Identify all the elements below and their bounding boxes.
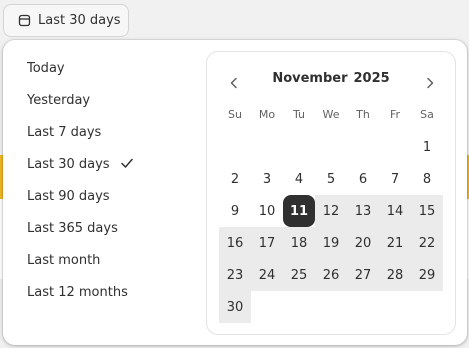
calendar-week: 30: [219, 291, 443, 323]
calendar-day-in-range[interactable]: 16: [219, 227, 251, 259]
chevron-right-icon: [427, 77, 434, 89]
weekday-label: Tu: [292, 108, 306, 121]
preset-option[interactable]: Yesterday: [3, 84, 193, 116]
calendar-day-in-range[interactable]: 20: [347, 227, 379, 259]
calendar-empty-cell: [315, 291, 347, 323]
calendar-day[interactable]: 3: [251, 163, 283, 195]
preset-label: Last 90 days: [27, 188, 110, 204]
date-range-trigger-label: Last 30 days: [38, 13, 121, 28]
calendar-day-in-range[interactable]: 30: [219, 291, 251, 323]
calendar-day-in-range[interactable]: 18: [283, 227, 315, 259]
preset-option[interactable]: Last month: [3, 244, 193, 276]
preset-list: Today Yesterday Last 7 days Last 30 days Las…: [3, 52, 193, 308]
weekday-label: Th: [356, 108, 370, 121]
preset-label: Last 365 days: [27, 220, 118, 236]
calendar-empty-cell: [347, 131, 379, 163]
weekday-label: Mo: [258, 108, 276, 121]
calendar-month-title: November 2025: [207, 71, 455, 86]
calendar-day-in-range[interactable]: 25: [283, 259, 315, 291]
calendar-day[interactable]: 9: [219, 195, 251, 227]
calendar-day-in-range[interactable]: 22: [411, 227, 443, 259]
calendar-day-in-range[interactable]: 26: [315, 259, 347, 291]
preset-label: Today: [27, 60, 65, 76]
calendar-day[interactable]: 8: [411, 163, 443, 195]
calendar-day[interactable]: 7: [379, 163, 411, 195]
calendar-week: 2345678: [219, 163, 443, 195]
calendar-empty-cell: [283, 131, 315, 163]
calendar-empty-cell: [315, 131, 347, 163]
calendar-empty-cell: [411, 291, 443, 323]
calendar-day-in-range[interactable]: 28: [379, 259, 411, 291]
date-range-popover: Today Yesterday Last 7 days Last 30 days Las…: [3, 40, 467, 345]
calendar-grid: 1 2 3 4 5 6 7 8 9 10 11 12 13 14 15 16 17 18 19 20 21 22 23 24 2…: [219, 131, 443, 323]
weekday-label: Sa: [420, 108, 434, 121]
calendar-day-selected[interactable]: 11: [283, 195, 315, 227]
weekday-label: We: [322, 108, 340, 121]
preset-option[interactable]: Last 365 days: [3, 212, 193, 244]
preset-option[interactable]: Today: [3, 52, 193, 84]
weekday-label: Fr: [389, 108, 401, 121]
calendar-day[interactable]: 5: [315, 163, 347, 195]
calendar-empty-cell: [379, 291, 411, 323]
preset-option[interactable]: Last 7 days: [3, 116, 193, 148]
next-month-button[interactable]: [425, 74, 435, 89]
calendar-day-in-range[interactable]: 29: [411, 259, 443, 291]
calendar-day-in-range[interactable]: 13: [347, 195, 379, 227]
calendar-day[interactable]: 2: [219, 163, 251, 195]
weekday-header: Su Mo Tu We Th Fr Sa: [219, 108, 443, 121]
calendar-empty-cell: [379, 131, 411, 163]
calendar-empty-cell: [347, 291, 379, 323]
calendar-year: 2025: [353, 71, 390, 86]
preset-label: Last 30 days: [27, 156, 110, 172]
calendar-day-in-range[interactable]: 17: [251, 227, 283, 259]
calendar-day-in-range[interactable]: 19: [315, 227, 347, 259]
weekday-label: Su: [228, 108, 242, 121]
calendar-empty-cell: [251, 291, 283, 323]
calendar-day-in-range[interactable]: 14: [379, 195, 411, 227]
calendar-day-in-range[interactable]: 27: [347, 259, 379, 291]
calendar-week: 9 10 11 12 13 14 15: [219, 195, 443, 227]
calendar-empty-cell: [283, 291, 315, 323]
calendar-day-in-range[interactable]: 15: [411, 195, 443, 227]
calendar-icon: [18, 14, 31, 27]
calendar-week: 1: [219, 131, 443, 163]
calendar-day-in-range[interactable]: 24: [251, 259, 283, 291]
preset-label: Last 12 months: [27, 284, 128, 300]
calendar-empty-cell: [251, 131, 283, 163]
preset-option[interactable]: Last 90 days: [3, 180, 193, 212]
calendar-day[interactable]: 6: [347, 163, 379, 195]
calendar-week: 23 24 25 26 27 28 29: [219, 259, 443, 291]
calendar-day[interactable]: 4: [283, 163, 315, 195]
checkmark-icon: [120, 156, 134, 174]
calendar-empty-cell: [219, 131, 251, 163]
preset-label: Last month: [27, 252, 101, 268]
date-range-trigger-button[interactable]: Last 30 days: [3, 4, 129, 37]
calendar-month: November: [272, 71, 348, 86]
calendar-day[interactable]: 1: [411, 131, 443, 163]
preset-label: Yesterday: [27, 92, 91, 108]
calendar-day-in-range[interactable]: 21: [379, 227, 411, 259]
calendar: November 2025 Su Mo Tu We Th Fr Sa 1 2 3 4 5 6 7 8 9 10 1…: [206, 51, 456, 335]
preset-option[interactable]: Last 30 days: [3, 148, 193, 180]
calendar-day-in-range[interactable]: 12: [315, 195, 347, 227]
calendar-week: 16 17 18 19 20 21 22: [219, 227, 443, 259]
calendar-day[interactable]: 10: [251, 195, 283, 227]
preset-option[interactable]: Last 12 months: [3, 276, 193, 308]
preset-label: Last 7 days: [27, 124, 102, 140]
calendar-day-in-range[interactable]: 23: [219, 259, 251, 291]
